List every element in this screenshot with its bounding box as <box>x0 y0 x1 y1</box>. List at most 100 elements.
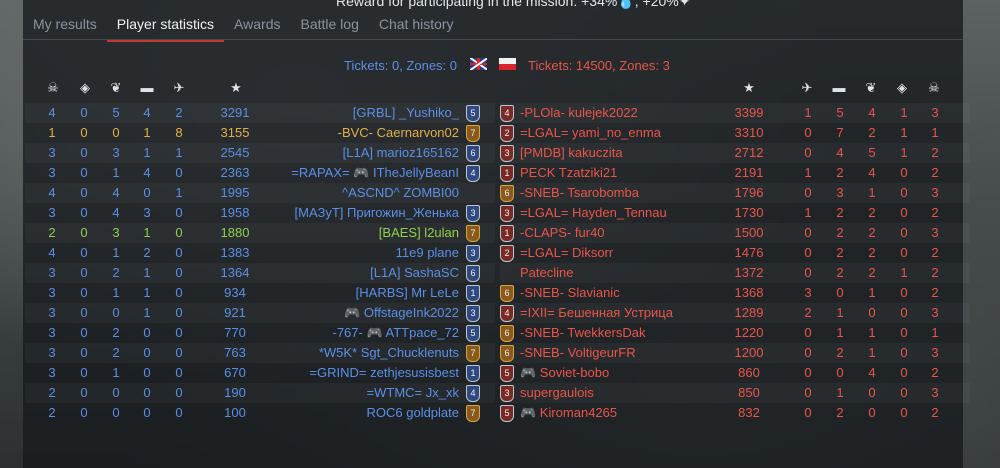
table-row[interactable]: 3 =LGAL= Hayden_Tennau 1730 1 2 2 0 2 <box>500 203 970 223</box>
stat-ground: 4 <box>143 165 151 180</box>
table-row[interactable]: 3 0 0 1 0 921 🎮 OffstageInk2022 3 <box>25 303 495 323</box>
stat-air: 0 <box>804 385 812 400</box>
rank-badge-icon: 6 <box>466 265 480 282</box>
rank-badge-icon: 1 <box>466 365 480 382</box>
player-name[interactable]: [МАЗуТ] Пригожин_Женька <box>295 206 459 220</box>
player-name[interactable]: [HARBS] Mr LeLe <box>356 286 459 300</box>
player-name[interactable]: -SNEB- Slavianic <box>520 286 620 300</box>
player-name[interactable]: -SNEB- Tsarobomba <box>520 186 639 200</box>
player-name[interactable]: [GRBL] _Yushiko_ <box>353 106 459 120</box>
stat-assists: 0 <box>112 125 120 140</box>
stat-captures: 0 <box>80 305 88 320</box>
player-name[interactable]: -767- 🎮 ATTpace_72 <box>332 326 459 340</box>
player-name[interactable]: -SNEB- TwekkersDak <box>520 326 645 340</box>
player-name[interactable]: ^ASCND^ ZOMBI00 <box>342 186 459 200</box>
table-row[interactable]: 4 0 5 4 2 3291 [GRBL] _Yushiko_ 5 <box>25 103 495 123</box>
stat-deaths: 2 <box>931 205 939 220</box>
player-name[interactable]: -SNEB- VoltigeurFR <box>520 346 636 360</box>
player-name[interactable]: PECK Tzatziki21 <box>520 166 617 180</box>
stat-deaths: 3 <box>48 305 56 320</box>
stat-deaths: 2 <box>931 145 939 160</box>
player-name[interactable]: Patecline <box>520 266 573 280</box>
player-name[interactable]: supergaulois <box>520 386 594 400</box>
table-row[interactable]: 2 0 3 1 0 1880 [BAES] l2ulan 7 <box>25 223 495 243</box>
tab-my-results[interactable]: My results <box>23 8 107 40</box>
table-row[interactable]: 5 🎮 Soviet-bobo 860 0 0 4 0 2 <box>500 363 970 383</box>
player-name[interactable]: *W5K* Sgt_Chucklenuts <box>319 346 459 360</box>
table-row[interactable]: 3 0 4 3 0 1958 [МАЗуТ] Пригожин_Женька 3 <box>25 203 495 223</box>
stat-deaths: 1 <box>931 125 939 140</box>
table-row[interactable]: 3 0 1 1 0 934 [HARBS] Mr LeLe 1 <box>25 283 495 303</box>
player-name[interactable]: =RAPAX= 🎮 ITheJellyBeanI <box>291 166 459 180</box>
table-row[interactable]: 4 0 1 2 0 1383 11e9 plane 3 <box>25 243 495 263</box>
stat-ground: 1 <box>836 305 844 320</box>
player-name[interactable]: [L1A] SashaSC <box>370 266 459 280</box>
table-row[interactable]: 3 0 1 0 0 670 =GRIND= zethjesusisbest 1 <box>25 363 495 383</box>
table-row[interactable]: 6 -SNEB- Slavianic 1368 3 0 1 0 2 <box>500 283 970 303</box>
table-row[interactable]: 2 =LGAL= Diksorr 1476 0 2 2 0 2 <box>500 243 970 263</box>
rank-badge-icon: 4 <box>466 165 480 182</box>
tank-icon: ▬ <box>140 80 154 95</box>
table-row[interactable]: 2 0 0 0 0 100 ROC6 goldplate 7 <box>25 403 495 423</box>
rank-badge-icon: 7 <box>466 345 480 362</box>
table-row[interactable]: 2 =LGAL= yami_no_enma 3310 0 7 2 1 1 <box>500 123 970 143</box>
table-row[interactable]: 1 0 0 1 8 3155 -BVC- Caernarvon02 7 <box>25 123 495 143</box>
player-name[interactable]: ROC6 goldplate <box>367 406 460 420</box>
table-row[interactable]: 1 PECK Tzatziki21 2191 1 2 4 0 2 <box>500 163 970 183</box>
player-score: 1880 <box>220 225 250 240</box>
player-name[interactable]: =LGAL= Diksorr <box>520 246 613 260</box>
player-name[interactable]: [L1A] marioz165162 <box>343 146 459 160</box>
player-name[interactable]: 11e9 plane <box>396 246 459 260</box>
player-name[interactable]: 🎮 Soviet-bobo <box>520 366 609 380</box>
table-row[interactable]: Patecline 1372 0 2 2 1 2 <box>500 263 970 283</box>
player-score: 1364 <box>220 265 250 280</box>
stat-air: 0 <box>175 265 183 280</box>
table-row[interactable]: 1 -CLAPS- fur40 1500 0 2 2 0 3 <box>500 223 970 243</box>
table-row[interactable]: 3 0 3 1 1 2545 [L1A] marioz165162 6 <box>25 143 495 163</box>
player-name[interactable]: =GRIND= zethjesusisbest <box>309 366 459 380</box>
table-row[interactable]: 6 -SNEB- VoltigeurFR 1200 0 2 1 0 3 <box>500 343 970 363</box>
stat-ground: 1 <box>143 265 151 280</box>
table-row[interactable]: 3 0 2 0 0 763 *W5K* Sgt_Chucklenuts 7 <box>25 343 495 363</box>
rank-badge-icon: 7 <box>466 125 480 142</box>
uk-flag-icon <box>470 58 487 70</box>
stat-assists: 0 <box>868 385 876 400</box>
player-score: 763 <box>224 345 246 360</box>
tab-battle-log[interactable]: Battle log <box>290 8 368 40</box>
table-row[interactable]: 2 0 0 0 0 190 =WTMC= Jx_xk 4 <box>25 383 495 403</box>
table-row[interactable]: 4 =IXII= Бешенная Устрица 1289 2 1 0 0 3 <box>500 303 970 323</box>
stat-air: 2 <box>804 305 812 320</box>
stat-captures: 0 <box>900 165 908 180</box>
tab-chat-history[interactable]: Chat history <box>369 8 464 40</box>
table-row[interactable]: 4 0 4 0 1 1995 ^ASCND^ ZOMBI00 <box>25 183 495 203</box>
table-row[interactable]: 4 -PLOla- kulejek2022 3399 1 5 4 1 3 <box>500 103 970 123</box>
table-row[interactable]: 3 [PMDB] kakuczita 2712 0 4 5 1 2 <box>500 143 970 163</box>
player-score: 1368 <box>734 285 764 300</box>
player-name[interactable]: -PLOla- kulejek2022 <box>520 106 638 120</box>
player-name[interactable]: =IXII= Бешенная Устрица <box>520 306 673 320</box>
tab-player-statistics[interactable]: Player statistics <box>106 8 225 42</box>
tab-awards[interactable]: Awards <box>224 8 290 40</box>
table-row[interactable]: 3 0 2 0 0 770 -767- 🎮 ATTpace_72 5 <box>25 323 495 343</box>
table-row[interactable]: 3 supergaulois 850 0 1 0 0 3 <box>500 383 970 403</box>
stat-deaths: 3 <box>48 165 56 180</box>
player-name[interactable]: [BAES] l2ulan <box>379 226 459 240</box>
diamond-icon: ◈ <box>897 80 907 95</box>
player-name[interactable]: [PMDB] kakuczita <box>520 146 623 160</box>
player-name[interactable]: -CLAPS- fur40 <box>520 226 605 240</box>
stat-captures: 0 <box>80 145 88 160</box>
table-row[interactable]: 3 0 2 1 0 1364 [L1A] SashaSC 6 <box>25 263 495 283</box>
player-name[interactable]: =WTMC= Jx_xk <box>367 386 459 400</box>
stat-captures: 0 <box>900 405 908 420</box>
rank-badge-icon: 5 <box>500 405 514 422</box>
player-name[interactable]: 🎮 OffstageInk2022 <box>344 306 459 320</box>
player-name[interactable]: =LGAL= Hayden_Tennau <box>520 206 667 220</box>
player-name[interactable]: -BVC- Caernarvon02 <box>338 126 459 140</box>
stat-ground: 2 <box>836 265 844 280</box>
table-row[interactable]: 5 🎮 Kiroman4265 832 0 2 0 0 2 <box>500 403 970 423</box>
table-row[interactable]: 3 0 1 4 0 2363 =RAPAX= 🎮 ITheJellyBeanI 4 <box>25 163 495 183</box>
player-name[interactable]: =LGAL= yami_no_enma <box>520 126 661 140</box>
table-row[interactable]: 6 -SNEB- Tsarobomba 1796 0 3 1 0 3 <box>500 183 970 203</box>
table-row[interactable]: 6 -SNEB- TwekkersDak 1220 0 1 1 0 1 <box>500 323 970 343</box>
player-name[interactable]: 🎮 Kiroman4265 <box>520 406 617 420</box>
